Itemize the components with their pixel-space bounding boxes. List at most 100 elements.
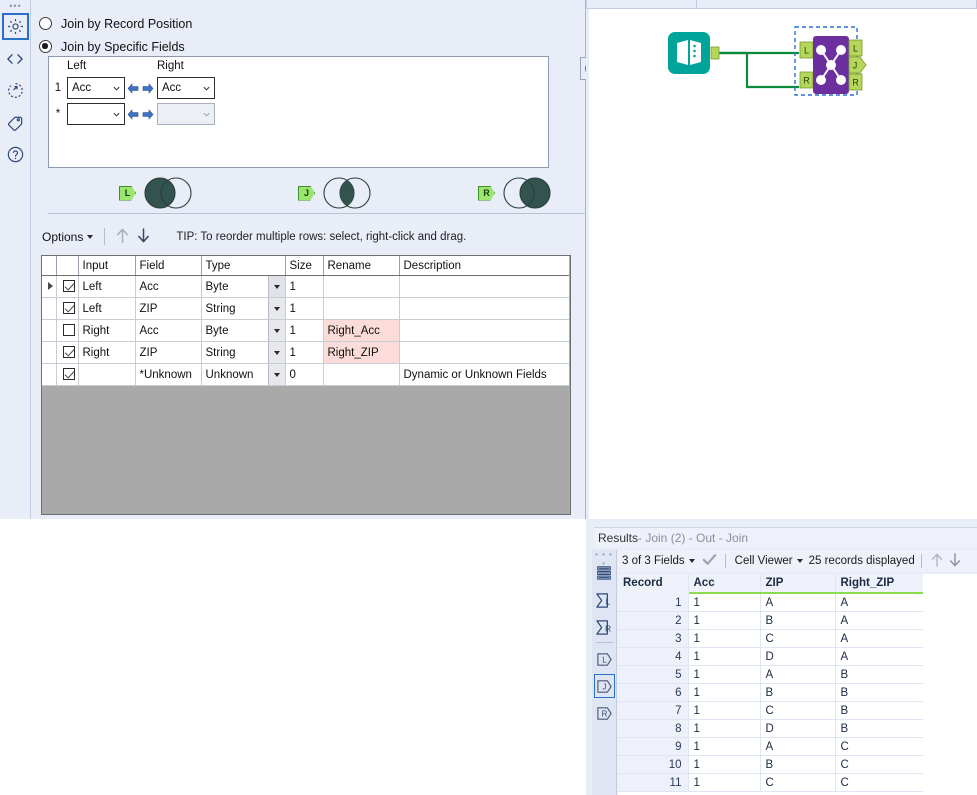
table-row[interactable]: 11AA <box>618 593 923 612</box>
cell-description[interactable]: Dynamic or Unknown Fields <box>399 364 569 386</box>
workflow-canvas[interactable]: L R L <box>589 9 977 519</box>
next-record-button[interactable] <box>946 552 964 571</box>
sum-left-icon[interactable]: L <box>594 588 615 612</box>
cell-value[interactable]: B <box>760 684 835 702</box>
prev-record-button[interactable] <box>928 552 946 571</box>
cell-type[interactable]: Unknown <box>201 364 285 386</box>
table-row[interactable]: 51AB <box>618 666 923 684</box>
cell-value[interactable]: 1 <box>688 666 760 684</box>
join-by-specific-fields-option[interactable]: Join by Specific Fields <box>31 35 585 58</box>
join-by-record-position-option[interactable]: Join by Record Position <box>31 12 585 35</box>
table-row[interactable]: *Unknown Unknown 0 Dynamic or Unknown Fi… <box>42 364 569 386</box>
row-checkbox[interactable] <box>63 302 75 314</box>
table-row[interactable]: 21BA <box>618 612 923 630</box>
cell-record[interactable]: 11 <box>618 774 688 792</box>
cell-record[interactable]: 5 <box>618 666 688 684</box>
table-row[interactable]: 81DB <box>618 720 923 738</box>
cell-type[interactable]: Byte <box>201 320 285 342</box>
row-checkbox-cell[interactable] <box>56 342 78 364</box>
help-icon[interactable] <box>2 141 29 168</box>
row-checkbox[interactable] <box>63 280 75 292</box>
cell-value[interactable]: B <box>835 702 923 720</box>
cell-value[interactable]: A <box>835 630 923 648</box>
cell-value[interactable]: A <box>835 612 923 630</box>
cell-value[interactable]: D <box>760 648 835 666</box>
arrow-right-icon[interactable] <box>141 83 154 94</box>
join-left-field-new-select[interactable] <box>67 103 125 125</box>
cell-value[interactable]: A <box>760 666 835 684</box>
table-row[interactable]: Left ZIP String 1 <box>42 298 569 320</box>
row-checkbox[interactable] <box>63 368 75 380</box>
results-col-acc[interactable]: Acc <box>688 574 760 593</box>
cell-value[interactable]: B <box>760 756 835 774</box>
cell-value[interactable]: 1 <box>688 720 760 738</box>
output-left-icon[interactable]: L <box>594 647 615 671</box>
type-dropdown-button[interactable] <box>268 276 285 297</box>
cell-value[interactable]: C <box>760 774 835 792</box>
cell-record[interactable]: 10 <box>618 756 688 774</box>
cell-record[interactable]: 8 <box>618 720 688 738</box>
table-row[interactable]: 91AC <box>618 738 923 756</box>
cell-description[interactable] <box>399 298 569 320</box>
results-col-zip[interactable]: ZIP <box>760 574 835 593</box>
options-button[interactable]: Options <box>38 228 97 246</box>
fields-applied-check[interactable] <box>699 553 720 569</box>
cell-value[interactable]: B <box>835 720 923 738</box>
table-row[interactable]: 101BC <box>618 756 923 774</box>
type-dropdown-button[interactable] <box>268 320 285 341</box>
cell-record[interactable]: 9 <box>618 738 688 756</box>
cell-value[interactable]: C <box>835 774 923 792</box>
code-icon[interactable] <box>2 45 29 72</box>
move-up-button[interactable] <box>112 227 133 247</box>
cell-value[interactable]: A <box>835 593 923 612</box>
results-col-record[interactable]: Record <box>618 574 688 593</box>
runtime-icon[interactable] <box>2 77 29 104</box>
venn-left-output[interactable]: L <box>119 176 196 210</box>
cell-record[interactable]: 4 <box>618 648 688 666</box>
cell-record[interactable]: 3 <box>618 630 688 648</box>
cell-record[interactable]: 6 <box>618 684 688 702</box>
cell-value[interactable]: 1 <box>688 593 760 612</box>
cell-rename[interactable] <box>323 276 399 298</box>
cell-rename[interactable]: Right_Acc <box>323 320 399 342</box>
rail-drag-handle[interactable]: ••• <box>0 0 31 12</box>
output-join-icon[interactable]: J <box>594 674 615 698</box>
tag-icon[interactable] <box>2 109 29 136</box>
cell-value[interactable]: 1 <box>688 738 760 756</box>
table-row[interactable]: 41DA <box>618 648 923 666</box>
cell-type[interactable]: String <box>201 342 285 364</box>
cell-value[interactable]: 1 <box>688 648 760 666</box>
cell-value[interactable]: C <box>835 738 923 756</box>
join-right-field-new-select[interactable] <box>157 103 215 125</box>
cell-value[interactable]: A <box>760 593 835 612</box>
cell-value[interactable]: B <box>835 666 923 684</box>
cell-value[interactable]: 1 <box>688 612 760 630</box>
cell-description[interactable] <box>399 320 569 342</box>
join-grid-row-new[interactable]: * <box>49 101 215 127</box>
cell-type[interactable]: String <box>201 298 285 320</box>
canvas-tab-strip[interactable] <box>586 0 977 9</box>
row-checkbox[interactable] <box>63 346 75 358</box>
arrow-left-icon[interactable] <box>127 109 140 120</box>
row-checkbox-cell[interactable] <box>56 320 78 342</box>
cell-value[interactable]: 1 <box>688 684 760 702</box>
radio-record-position[interactable] <box>39 17 52 30</box>
arrow-right-icon[interactable] <box>141 109 154 120</box>
cell-rename[interactable]: Right_ZIP <box>323 342 399 364</box>
cell-type[interactable]: Byte <box>201 276 285 298</box>
cell-description[interactable] <box>399 276 569 298</box>
venn-join-output[interactable]: J <box>298 176 375 210</box>
cell-value[interactable]: B <box>760 612 835 630</box>
type-dropdown-button[interactable] <box>268 364 285 385</box>
table-row[interactable]: 61BB <box>618 684 923 702</box>
gear-icon[interactable] <box>2 13 29 40</box>
table-row[interactable]: 31CA <box>618 630 923 648</box>
table-row[interactable]: 111CC <box>618 774 923 792</box>
cell-value[interactable]: C <box>760 630 835 648</box>
arrow-left-icon[interactable] <box>127 83 140 94</box>
cell-value[interactable]: B <box>835 684 923 702</box>
cell-value[interactable]: 1 <box>688 702 760 720</box>
cell-rename[interactable] <box>323 364 399 386</box>
cell-value[interactable]: A <box>835 648 923 666</box>
cell-value[interactable]: 1 <box>688 756 760 774</box>
